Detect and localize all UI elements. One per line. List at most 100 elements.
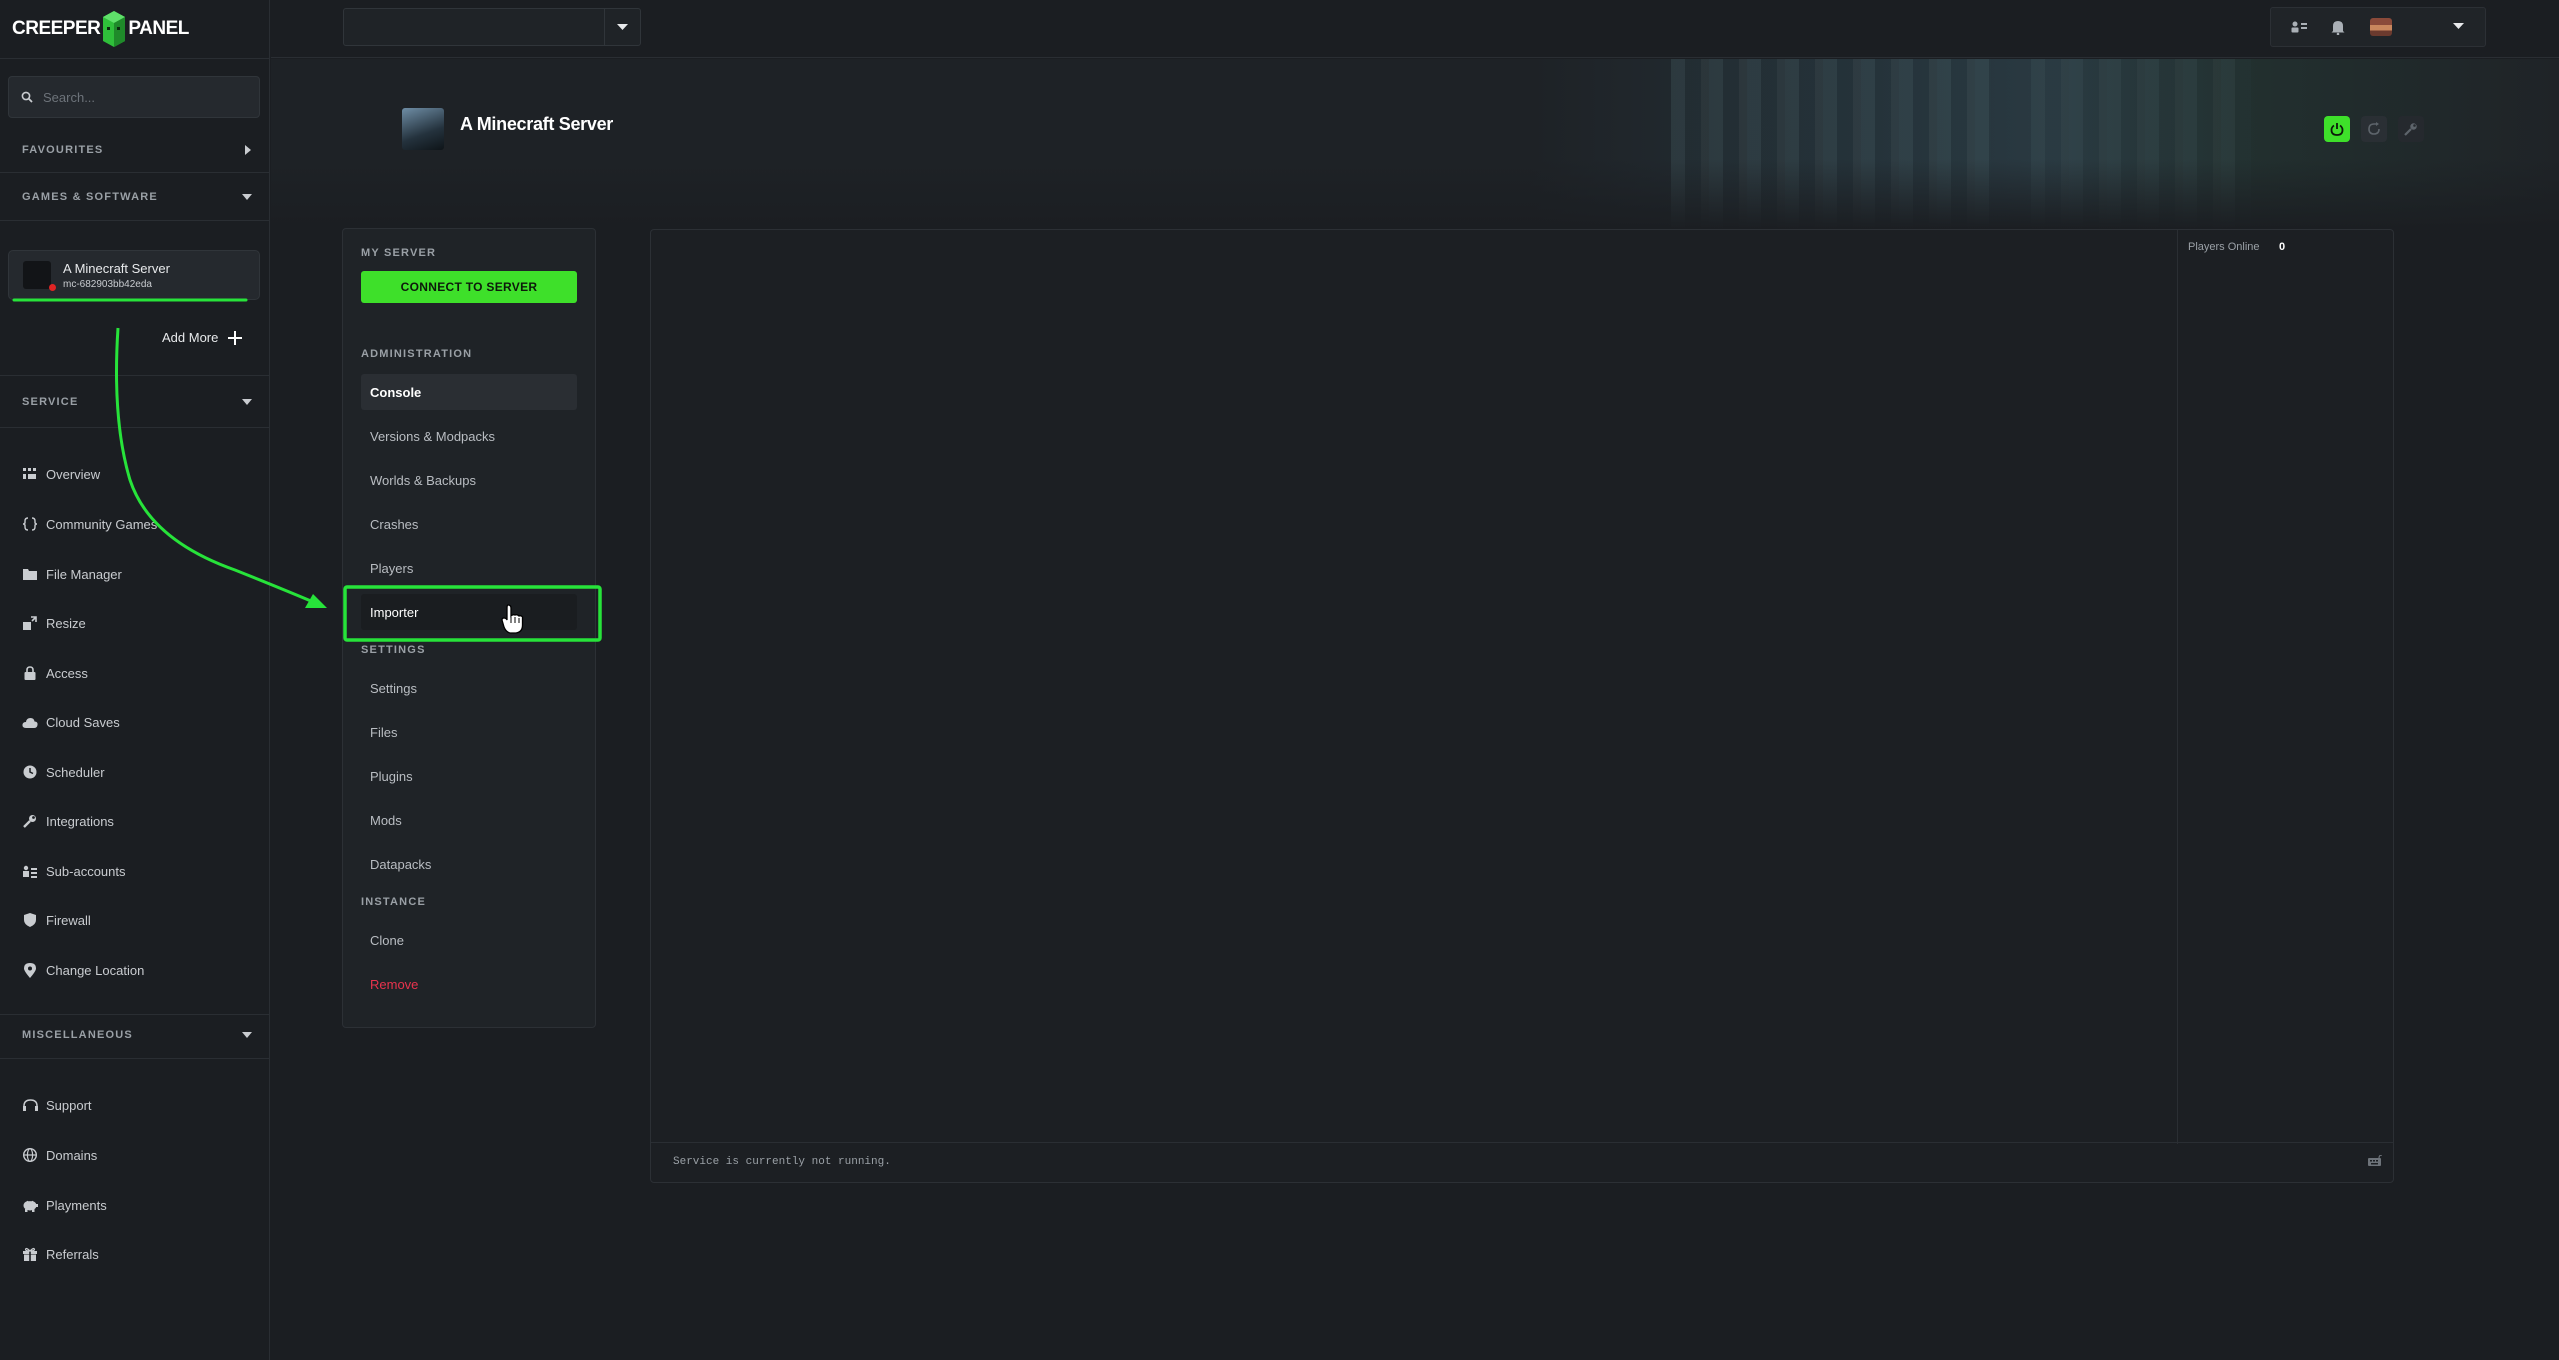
server-status-dot: [49, 284, 56, 291]
power-button[interactable]: [2324, 116, 2350, 142]
players-online-count: 0: [2279, 241, 2286, 253]
search-input[interactable]: [43, 89, 243, 105]
subnav-item-settings[interactable]: Settings: [361, 670, 577, 706]
games-software-header[interactable]: GAMES & SOFTWARE: [22, 187, 252, 207]
clock-icon: [22, 764, 38, 780]
resize-icon: [22, 615, 38, 631]
subnav-item-mods[interactable]: Mods: [361, 802, 577, 838]
divider: [0, 220, 270, 221]
sidebar-item-firewall[interactable]: Firewall: [22, 909, 91, 931]
subnav-item-files[interactable]: Files: [361, 714, 577, 750]
tools-button[interactable]: [2398, 116, 2424, 142]
lock-icon: [22, 665, 38, 681]
games-software-label: GAMES & SOFTWARE: [22, 191, 158, 203]
settings-heading: SETTINGS: [361, 644, 426, 656]
top-actions-bar: [2270, 7, 2486, 47]
subnav-item-datapacks[interactable]: Datapacks: [361, 846, 577, 882]
server-select-dropdown[interactable]: [343, 8, 641, 46]
miscellaneous-header[interactable]: MISCELLANEOUS: [22, 1025, 252, 1045]
sidebar-item-change-location[interactable]: Change Location: [22, 959, 144, 981]
search-icon: [21, 91, 33, 103]
subnav-item-plugins[interactable]: Plugins: [361, 758, 577, 794]
sidebar-item-overview[interactable]: Overview: [22, 463, 100, 485]
sidebar-item-label: Playments: [46, 1197, 107, 1213]
connect-to-server-button[interactable]: CONNECT TO SERVER: [361, 271, 577, 303]
subnav-item-crashes[interactable]: Crashes: [361, 506, 577, 542]
console-panel: Players Online 0 Service is currently no…: [650, 229, 2394, 1183]
server-thumbnail: [402, 108, 444, 150]
sidebar-item-sub-accounts[interactable]: Sub-accounts: [22, 860, 126, 882]
sidebar-item-label: Firewall: [46, 912, 91, 928]
subnav-item-console[interactable]: Console: [361, 374, 577, 410]
map-pin-icon: [22, 962, 38, 978]
subnav-item-worlds-backups[interactable]: Worlds & Backups: [361, 462, 577, 498]
sidebar-item-playments[interactable]: Playments: [22, 1194, 107, 1216]
gift-icon: [22, 1246, 38, 1262]
sidebar-item-scheduler[interactable]: Scheduler: [22, 761, 105, 783]
sidebar-item-label: Resize: [46, 615, 86, 631]
bell-icon[interactable]: [2331, 19, 2345, 35]
console-status-bar: Service is currently not running.: [651, 1142, 2393, 1182]
console-output[interactable]: [651, 230, 2177, 1144]
sidebar-item-support[interactable]: Support: [22, 1094, 92, 1116]
keyboard-icon[interactable]: [2368, 1155, 2383, 1166]
my-server-heading: MY SERVER: [361, 247, 437, 259]
restart-button[interactable]: [2361, 116, 2387, 142]
divider: [0, 1014, 270, 1015]
chevron-down-icon: [242, 399, 252, 405]
server-thumbnail: [23, 261, 51, 289]
sidebar-item-domains[interactable]: Domains: [22, 1144, 97, 1166]
sidebar-item-integrations[interactable]: Integrations: [22, 810, 114, 832]
subnav-item-clone[interactable]: Clone: [361, 922, 577, 958]
sidebar-item-label: Access: [46, 665, 88, 681]
sidebar-item-file-manager[interactable]: File Manager: [22, 563, 122, 585]
server-header-banner: [271, 59, 2559, 229]
add-more-button[interactable]: Add More: [162, 330, 243, 345]
subnav-item-versions-modpacks[interactable]: Versions & Modpacks: [361, 418, 577, 454]
divider: [0, 427, 270, 428]
chevron-down-icon[interactable]: [2453, 23, 2464, 29]
sidebar-item-resize[interactable]: Resize: [22, 612, 86, 634]
users-switch-icon[interactable]: [2290, 20, 2308, 34]
players-online-panel: Players Online 0: [2177, 230, 2393, 1144]
instance-heading: INSTANCE: [361, 896, 427, 908]
page-title: A Minecraft Server: [460, 114, 613, 134]
add-more-label: Add More: [162, 330, 219, 345]
folder-icon: [22, 566, 38, 582]
chevron-down-icon: [242, 1032, 252, 1038]
server-subnav: MY SERVER CONNECT TO SERVER ADMINISTRATI…: [342, 228, 596, 1028]
chevron-right-icon: [245, 145, 251, 155]
logo-text-right: PANEL: [128, 18, 189, 39]
favourites-header[interactable]: FAVOURITES: [22, 140, 252, 160]
users-icon: [22, 863, 38, 879]
sidebar-item-label: Scheduler: [46, 764, 105, 780]
search-box[interactable]: [8, 76, 260, 118]
creeperpanel-logo[interactable]: CREEPER PANEL: [12, 8, 189, 50]
sidebar-item-label: Change Location: [46, 962, 145, 978]
sidebar-item-access[interactable]: Access: [22, 662, 88, 684]
sidebar-item-cloud-saves[interactable]: Cloud Saves: [22, 711, 120, 733]
avatar[interactable]: [2370, 18, 2392, 36]
server-card-id: mc-682903bb42eda: [63, 279, 152, 290]
service-header[interactable]: SERVICE: [22, 392, 252, 412]
sidebar-item-label: Sub-accounts: [46, 863, 126, 879]
wrench-icon: [2404, 123, 2417, 136]
players-online-label: Players Online: [2188, 241, 2260, 253]
sidebar-item-label: Overview: [46, 466, 101, 482]
subnav-item-remove[interactable]: Remove: [361, 966, 577, 1002]
power-icon: [2330, 123, 2344, 136]
server-card[interactable]: A Minecraft Server mc-682903bb42eda: [8, 250, 260, 300]
subnav-item-importer[interactable]: Importer: [361, 594, 577, 630]
server-card-name: A Minecraft Server: [63, 261, 170, 276]
braces-icon: [22, 516, 38, 532]
divider: [0, 1058, 270, 1059]
miscellaneous-label: MISCELLANEOUS: [22, 1029, 133, 1041]
sidebar-item-community-games[interactable]: Community Games: [22, 513, 157, 535]
server-select-caret[interactable]: [604, 9, 640, 45]
sidebar-item-label: Integrations: [46, 813, 114, 829]
refresh-icon: [2368, 122, 2380, 135]
sidebar: CREEPER PANEL FAVOURITES GAMES & SOFTWAR…: [0, 0, 270, 1360]
sidebar-item-referrals[interactable]: Referrals: [22, 1243, 99, 1265]
subnav-item-players[interactable]: Players: [361, 550, 577, 586]
banner-fade: [271, 159, 2559, 229]
